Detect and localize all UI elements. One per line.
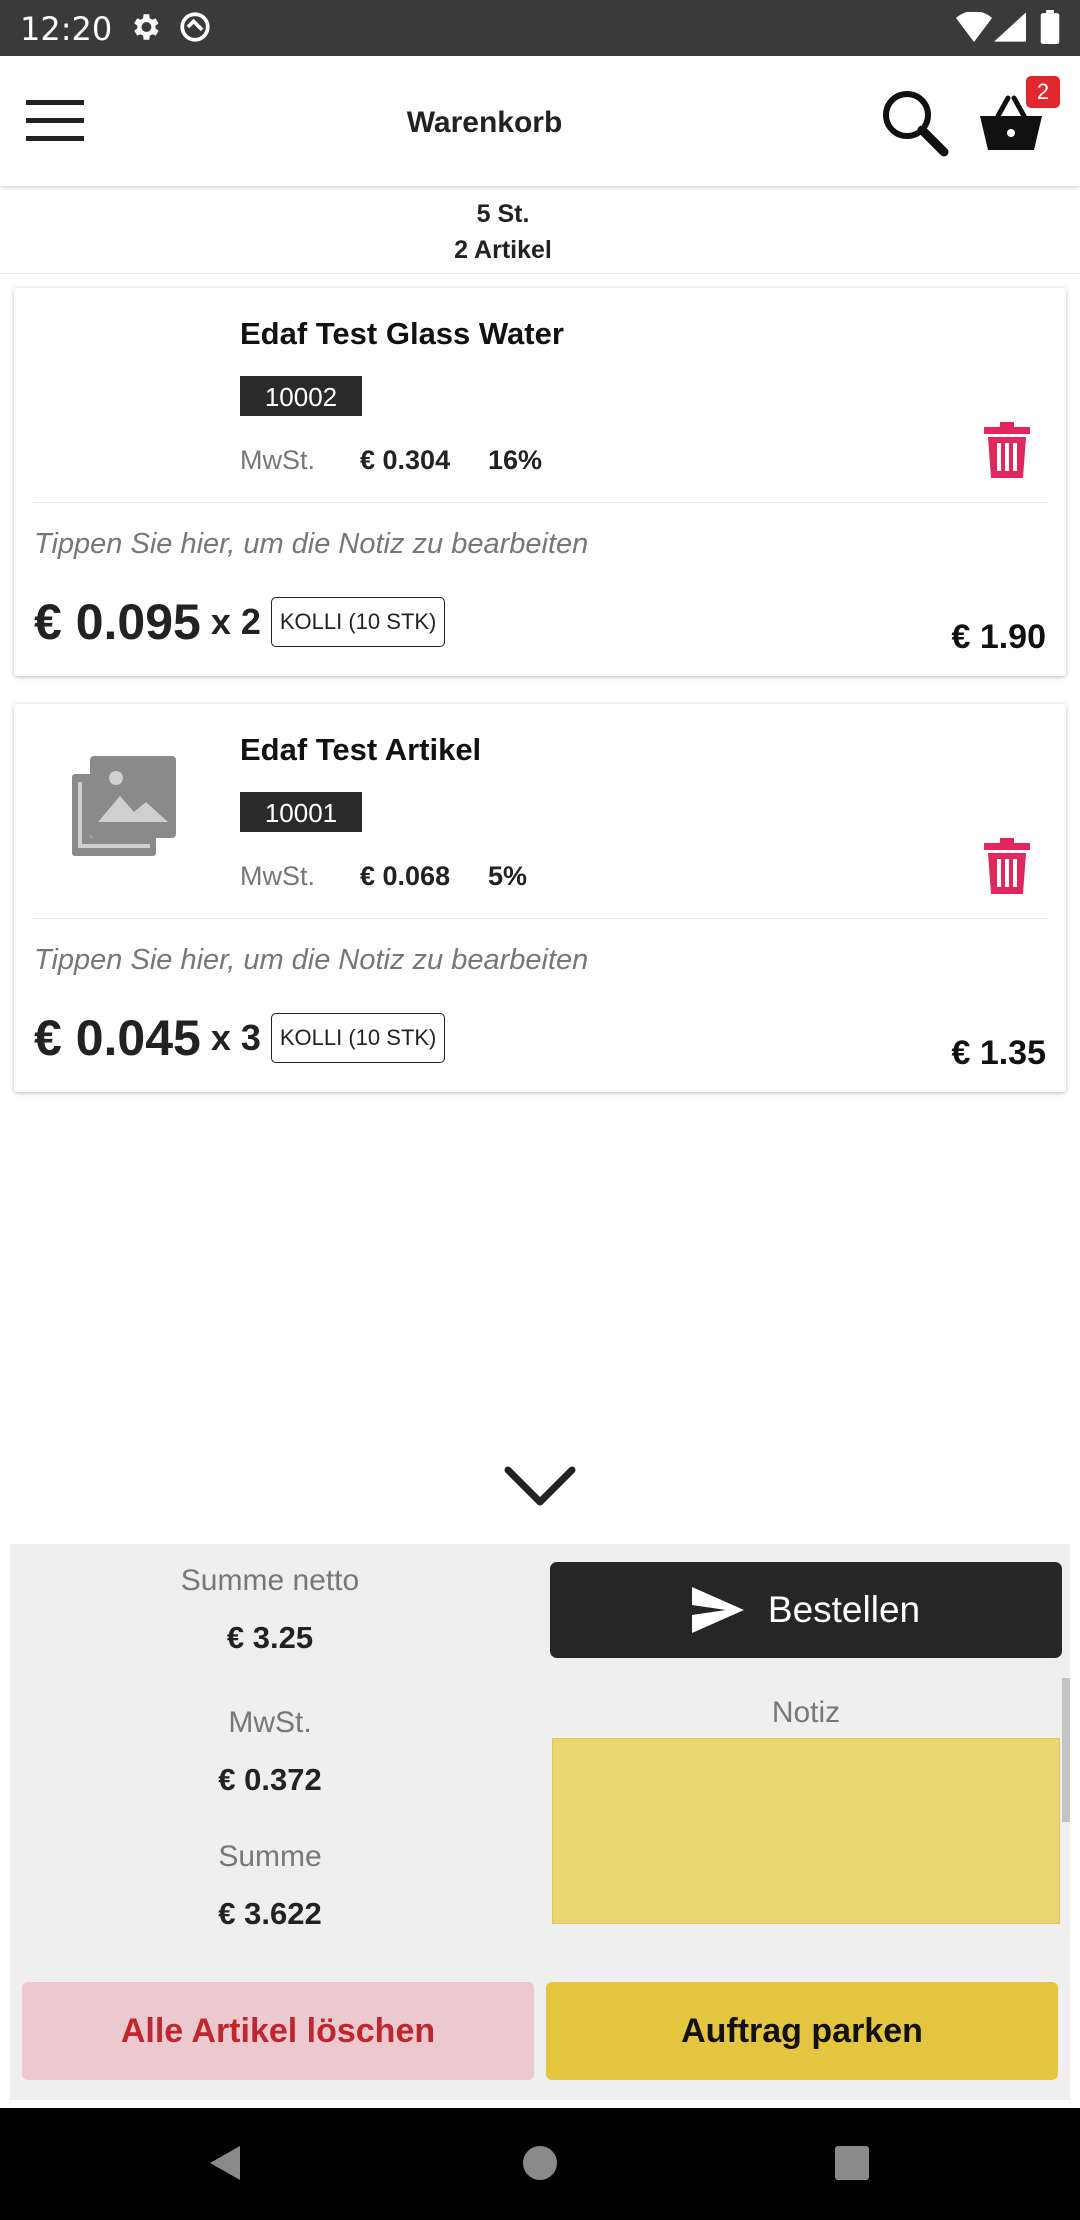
order-button[interactable]: Bestellen xyxy=(550,1562,1062,1658)
item-price-row: € 0.045 x 3 KOLLI (10 STK) xyxy=(34,1008,446,1068)
status-time: 12:20 xyxy=(20,10,113,48)
app-bar: Warenkorb xyxy=(0,56,1080,186)
item-unit-badge[interactable]: KOLLI (10 STK) xyxy=(270,1013,446,1063)
item-unit-price: € 0.045 xyxy=(34,1010,201,1066)
vat-total-label: MwSt. xyxy=(228,1706,312,1739)
item-divider xyxy=(34,918,1048,919)
vat-total-value: € 0.372 xyxy=(218,1762,322,1797)
item-quantity[interactable]: x 2 xyxy=(211,601,261,643)
item-vat-amount: € 0.304 xyxy=(360,445,451,475)
image-placeholder-icon xyxy=(72,756,176,856)
item-vat-amount: € 0.068 xyxy=(360,861,451,891)
park-order-button[interactable]: Auftrag parken xyxy=(546,1982,1058,2080)
item-vat-rate: 5% xyxy=(488,861,528,891)
gear-icon xyxy=(128,10,162,49)
data-saver-icon xyxy=(178,10,212,49)
delete-all-button[interactable]: Alle Artikel löschen xyxy=(22,1982,534,2080)
back-icon[interactable] xyxy=(208,2144,242,2187)
item-sku-badge: 10002 xyxy=(240,376,362,416)
cart-count-badge: 2 xyxy=(1026,76,1060,108)
scrollbar[interactable] xyxy=(1062,1678,1070,1822)
signal-icon xyxy=(994,12,1026,47)
send-icon xyxy=(691,1587,744,1633)
cart-summary: 5 St. 2 Artikel xyxy=(0,186,1080,274)
chevron-down-icon[interactable] xyxy=(504,1466,576,1508)
item-unit-price: € 0.095 xyxy=(34,594,201,650)
item-vat-label: MwSt. xyxy=(240,861,316,891)
net-total-label: Summe netto xyxy=(180,1564,360,1597)
item-name: Edaf Test Artikel xyxy=(240,732,482,767)
item-vat-rate: 16% xyxy=(488,445,543,475)
grand-total-value: € 3.622 xyxy=(218,1896,322,1931)
cart-item-card[interactable]: Edaf Test Artikel 10001 MwSt. € 0.068 5%… xyxy=(14,704,1066,1092)
wifi-icon xyxy=(956,11,992,47)
cart-item-card[interactable]: Edaf Test Glass Water 10002 MwSt. € 0.30… xyxy=(14,288,1066,676)
trash-icon[interactable] xyxy=(984,838,1030,894)
article-count: 2 Artikel xyxy=(454,236,552,264)
item-price-row: € 0.095 x 2 KOLLI (10 STK) xyxy=(34,592,446,652)
item-divider xyxy=(34,502,1048,503)
system-nav-bar xyxy=(0,2108,1080,2220)
item-name: Edaf Test Glass Water xyxy=(240,316,564,351)
item-line-total: € 1.90 xyxy=(951,618,1046,656)
order-note-label: Notiz xyxy=(771,1696,841,1729)
order-note-field[interactable] xyxy=(552,1738,1060,1924)
item-quantity[interactable]: x 3 xyxy=(211,1017,261,1059)
checkout-panel: Summe netto € 3.25 MwSt. € 0.372 Summe €… xyxy=(10,1544,1070,2100)
item-sku-badge: 10001 xyxy=(240,792,362,832)
item-note-field[interactable]: Tippen Sie hier, um die Notiz zu bearbei… xyxy=(34,528,588,561)
status-bar: 12:20 xyxy=(0,0,1080,56)
home-icon[interactable] xyxy=(522,2144,558,2187)
battery-icon xyxy=(1040,10,1060,49)
total-quantity: 5 St. xyxy=(476,200,530,228)
recents-icon[interactable] xyxy=(834,2144,870,2187)
order-button-label: Bestellen xyxy=(767,1589,921,1630)
page-title: Warenkorb xyxy=(406,106,563,139)
net-total-value: € 3.25 xyxy=(226,1620,314,1655)
item-note-field[interactable]: Tippen Sie hier, um die Notiz zu bearbei… xyxy=(34,944,588,977)
item-unit-badge[interactable]: KOLLI (10 STK) xyxy=(270,597,446,647)
grand-total-label: Summe xyxy=(218,1840,322,1873)
search-icon[interactable] xyxy=(880,88,950,158)
item-vat-label: MwSt. xyxy=(240,445,316,475)
item-line-total: € 1.35 xyxy=(951,1034,1046,1072)
trash-icon[interactable] xyxy=(984,422,1030,478)
